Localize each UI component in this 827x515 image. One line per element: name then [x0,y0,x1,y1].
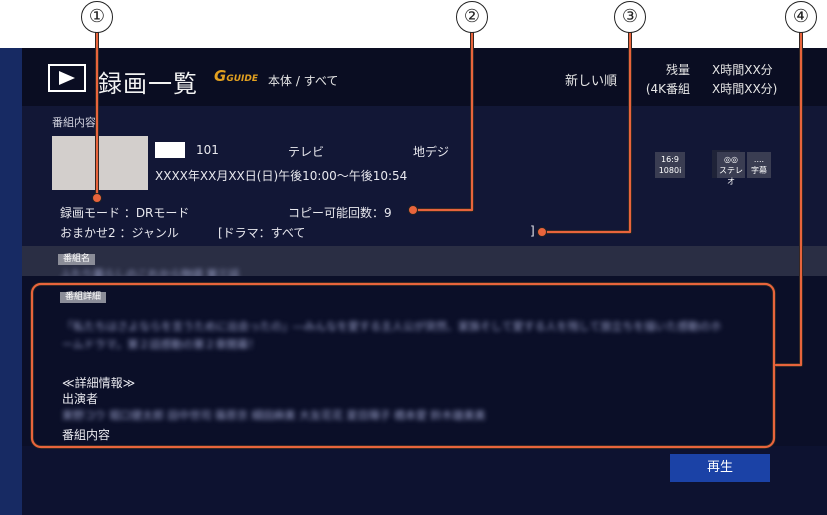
callout-3: ③ [614,1,646,33]
callout-4: ④ [785,1,817,33]
callout-2: ② [456,1,488,33]
callout-1: ① [81,1,113,33]
callout-lines [30,27,803,449]
